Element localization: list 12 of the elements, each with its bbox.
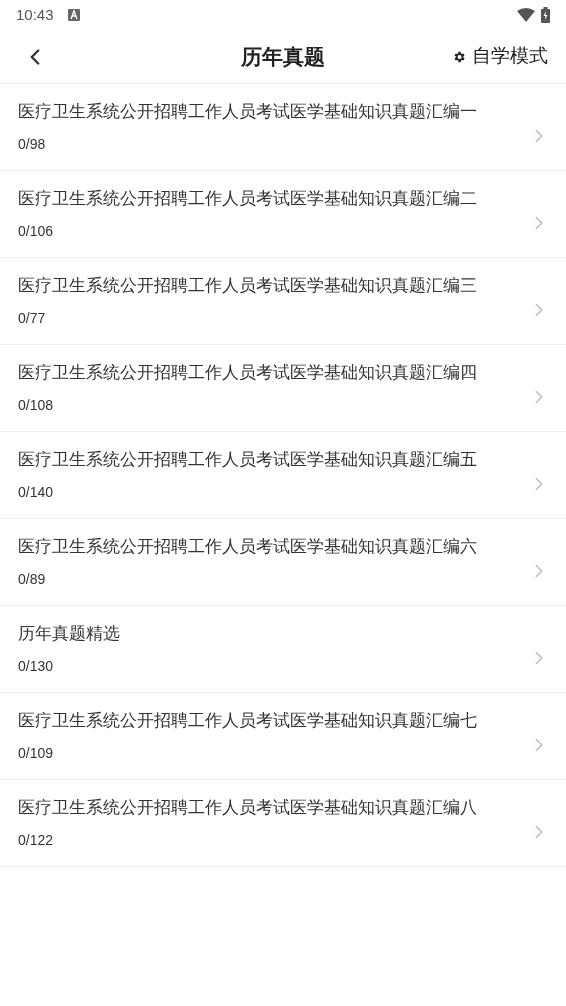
exam-title: 医疗卫生系统公开招聘工作人员考试医学基础知识真题汇编四: [18, 361, 478, 383]
exam-title: 历年真题精选: [18, 622, 121, 644]
exam-title: 医疗卫生系统公开招聘工作人员考试医学基础知识真题汇编八: [18, 796, 478, 818]
status-time: 10:43: [16, 4, 54, 25]
exam-progress: 0/122: [18, 831, 55, 851]
exam-title: 医疗卫生系统公开招聘工作人员考试医学基础知识真题汇编七: [18, 709, 478, 731]
exam-title: 医疗卫生系统公开招聘工作人员考试医学基础知识真题汇编五: [18, 448, 478, 470]
exam-title: 医疗卫生系统公开招聘工作人员考试医学基础知识真题汇编三: [18, 274, 478, 296]
page-title: 历年真题: [241, 43, 325, 70]
exam-title: 医疗卫生系统公开招聘工作人员考试医学基础知识真题汇编二: [18, 187, 478, 209]
exam-title: 医疗卫生系统公开招聘工作人员考试医学基础知识真题汇编一: [18, 100, 478, 122]
exam-title: 医疗卫生系统公开招聘工作人员考试医学基础知识真题汇编六: [18, 535, 478, 557]
